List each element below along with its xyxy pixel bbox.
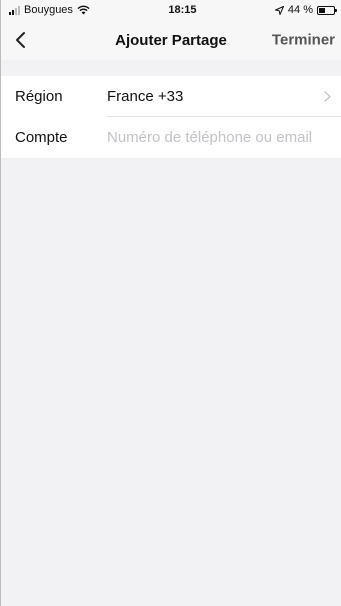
status-time: 18:15 <box>168 4 197 16</box>
region-label: Région <box>15 88 63 105</box>
carrier-name: Bouygues <box>24 4 73 16</box>
battery-percent: 44 % <box>287 4 313 16</box>
battery-icon <box>317 5 337 15</box>
share-form: Région France +33 Compte <box>1 76 341 158</box>
account-input[interactable] <box>107 129 333 146</box>
chevron-right-icon <box>324 91 331 102</box>
region-value: France +33 <box>107 88 184 105</box>
signal-icon <box>9 5 20 15</box>
section-gap <box>1 60 341 76</box>
status-left: Bouygues <box>9 4 90 16</box>
battery-fill <box>319 7 326 13</box>
account-label: Compte <box>15 129 68 146</box>
status-right: 44 % <box>274 4 337 16</box>
page-title: Ajouter Partage <box>115 31 227 49</box>
region-row[interactable]: Région France +33 <box>1 76 341 117</box>
account-row: Compte <box>1 117 341 158</box>
chevron-left-icon <box>15 32 25 48</box>
wifi-icon <box>77 5 90 15</box>
location-arrow-icon <box>274 5 284 15</box>
nav-bar: Ajouter Partage Terminer <box>1 20 341 60</box>
done-button[interactable]: Terminer <box>272 32 335 49</box>
screen: Bouygues 18:15 44 % Ajouter Partage Term… <box>0 0 341 606</box>
status-bar: Bouygues 18:15 44 % <box>1 0 341 20</box>
back-button[interactable] <box>7 27 33 53</box>
